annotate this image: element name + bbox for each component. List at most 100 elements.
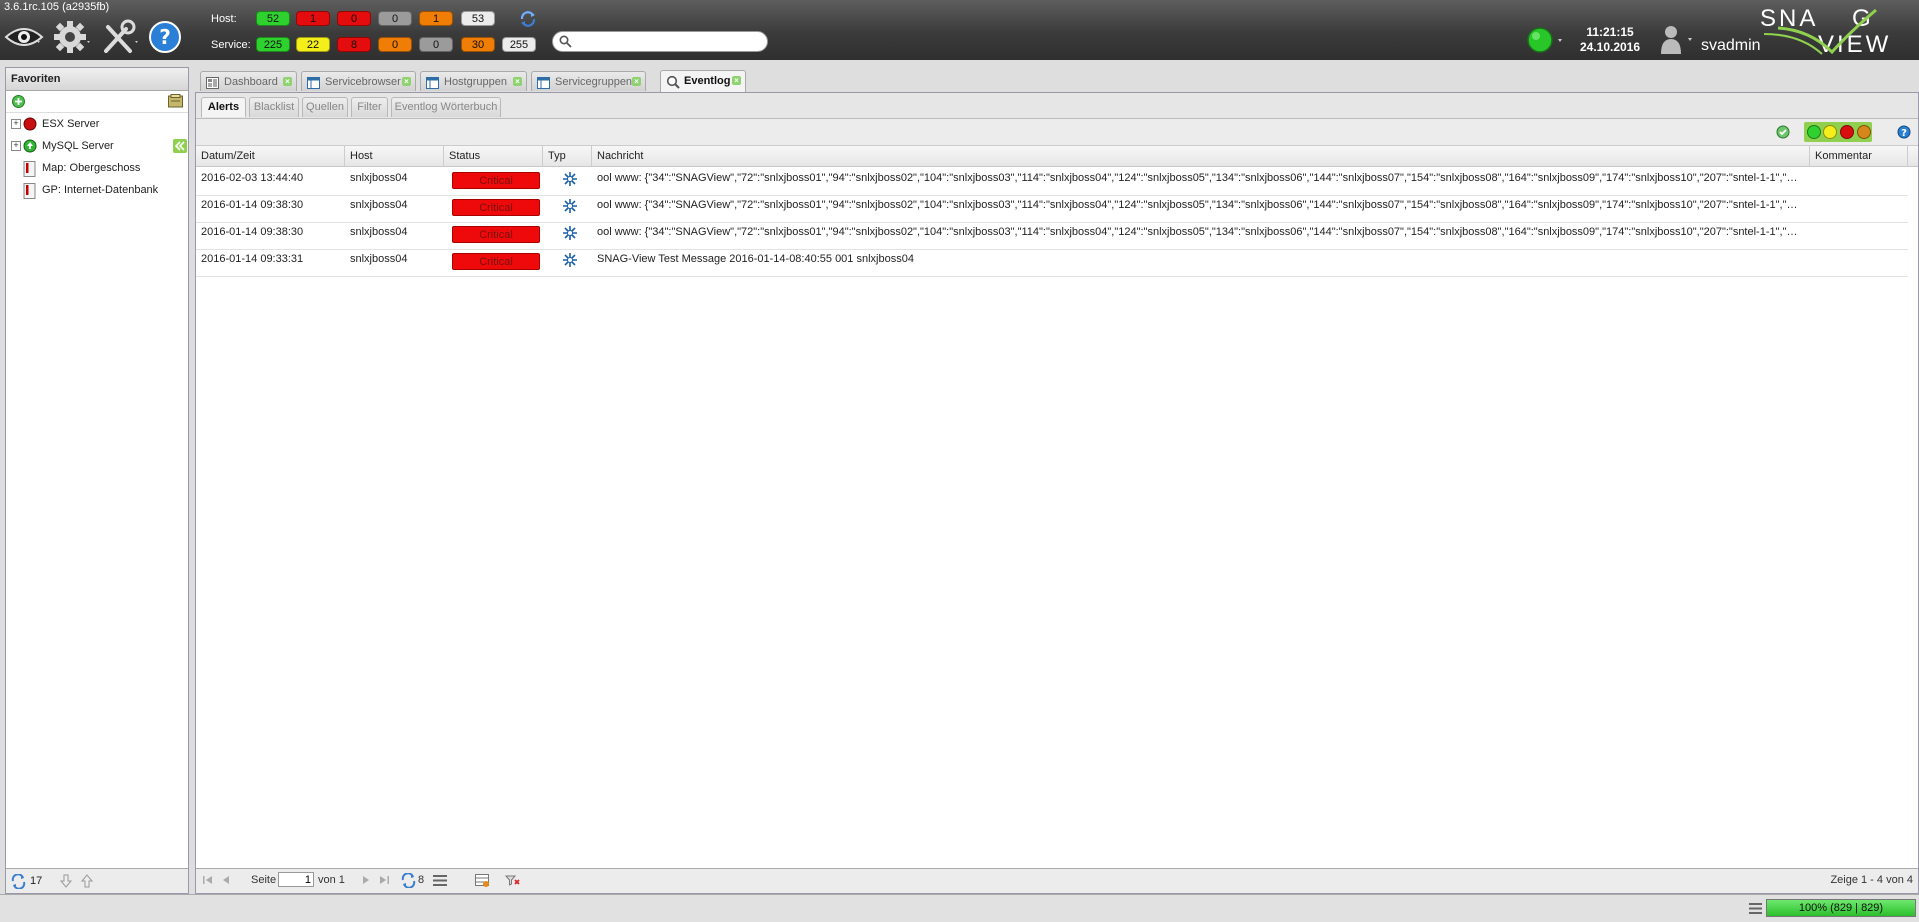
acknowledge-all-icon[interactable] [1776, 125, 1790, 142]
column-settings-icon[interactable] [475, 874, 490, 890]
search-box[interactable] [552, 31, 768, 52]
clock-date: 24.10.2016 [1579, 40, 1641, 54]
status-badge: Critical [452, 226, 540, 243]
status-badge: Critical [452, 253, 540, 270]
expand-icon[interactable]: + [11, 119, 21, 129]
status-bar: 100% (829 | 829) [0, 894, 1919, 922]
search-input[interactable] [575, 35, 765, 51]
add-favorite-icon[interactable] [12, 95, 25, 111]
favorite-label: GP: Internet-Datenbank [42, 184, 159, 196]
help-icon[interactable]: ? [148, 17, 182, 57]
reset-filter-icon[interactable] [504, 874, 520, 890]
column-header-host[interactable]: Host [345, 146, 444, 166]
table-row[interactable]: 2016-01-14 09:33:31 snlxjboss04 Critical… [196, 249, 1908, 277]
subtab-blacklist[interactable]: Blacklist [249, 97, 299, 117]
eventlog-subtabs: Alerts Blacklist Quellen Filter Eventlog… [196, 93, 1918, 119]
cell-datetime: 2016-01-14 09:33:31 [201, 253, 304, 265]
alerts-toolbar: ? [196, 119, 1918, 146]
eye-icon[interactable] [4, 17, 44, 57]
host-pending-count[interactable]: 0 [378, 11, 412, 26]
tab-eventlog[interactable]: Eventlog × [660, 70, 746, 92]
service-summary-label: Service: [211, 39, 251, 51]
service-unknown-count[interactable]: 0 [378, 37, 412, 52]
column-header-type[interactable]: Typ [543, 146, 592, 166]
filter-critical-toggle[interactable] [1840, 125, 1854, 139]
cell-message: ool www: {"34":"SNAGView","72":"snlxjbos… [597, 172, 1798, 184]
help-icon[interactable]: ? [1897, 125, 1911, 142]
subtab-alerts[interactable]: Alerts [201, 97, 246, 117]
move-down-icon[interactable] [59, 874, 73, 891]
page-number-input[interactable] [278, 872, 314, 887]
subtab-quellen[interactable]: Quellen [302, 97, 348, 117]
refresh-icon[interactable] [401, 872, 416, 891]
host-total-count[interactable]: 53 [461, 11, 495, 26]
service-warning-count[interactable]: 22 [296, 37, 330, 52]
column-header-status[interactable]: Status [444, 146, 543, 166]
last-page-icon[interactable] [378, 874, 390, 889]
host-unknown-count[interactable]: 1 [419, 11, 453, 26]
favorite-item[interactable]: GP: Internet-Datenbank [6, 179, 188, 201]
favorite-item[interactable]: Map: Obergeschoss [6, 157, 188, 179]
tab-hostgruppen[interactable]: Hostgruppen × [420, 71, 527, 91]
close-tab-icon[interactable]: × [283, 77, 292, 86]
service-pending-count[interactable]: 0 [419, 37, 453, 52]
table-row[interactable]: 2016-01-14 09:38:30 snlxjboss04 Critical… [196, 222, 1908, 250]
user-avatar-icon[interactable] [1658, 24, 1698, 59]
filter-warning-toggle[interactable] [1823, 125, 1837, 139]
column-header-datetime[interactable]: Datum/Zeit [196, 146, 345, 166]
cell-message: ool www: {"34":"SNAGView","72":"snlxjbos… [597, 226, 1798, 238]
log-icon[interactable] [1749, 902, 1762, 918]
move-up-icon[interactable] [80, 874, 94, 891]
list-view-icon[interactable] [433, 874, 447, 890]
next-page-icon[interactable] [360, 874, 372, 889]
subtab-filter[interactable]: Filter [351, 97, 388, 117]
refresh-icon[interactable] [11, 873, 26, 892]
gear-icon[interactable] [52, 17, 92, 57]
tab-servicegruppen[interactable]: Servicegruppen × [531, 71, 646, 91]
tools-icon[interactable] [100, 17, 140, 57]
favorite-item[interactable]: + MySQL Server [6, 135, 188, 157]
column-header-comment[interactable]: Kommentar [1810, 146, 1908, 166]
service-total-count[interactable]: 255 [502, 37, 536, 52]
service-ok-count[interactable]: 225 [256, 37, 290, 52]
cell-datetime: 2016-01-14 09:38:30 [201, 226, 304, 238]
host-ok-count[interactable]: 52 [256, 11, 290, 26]
cell-host: snlxjboss04 [350, 199, 408, 211]
top-header: 3.6.1rc.105 (a2935fb) ? Host: Service: 5… [0, 0, 1919, 60]
cell-comment [1810, 249, 1908, 276]
cell-comment [1810, 195, 1908, 222]
service-critical-count[interactable]: 8 [337, 37, 371, 52]
host-unreachable-count[interactable]: 0 [337, 11, 371, 26]
clock-time: 11:21:15 [1586, 25, 1634, 39]
table-row[interactable]: 2016-02-03 13:44:40 snlxjboss04 Critical… [196, 168, 1908, 196]
close-tab-icon[interactable]: × [732, 76, 741, 85]
previous-page-icon[interactable] [220, 874, 232, 889]
cell-datetime: 2016-01-14 09:38:30 [201, 199, 304, 211]
close-tab-icon[interactable]: × [632, 77, 641, 86]
filter-unknown-toggle[interactable] [1857, 125, 1871, 139]
favorites-title: Favoriten [6, 68, 188, 153]
favorite-item[interactable]: + ESX Server [6, 113, 188, 135]
subtab-eventlog-dictionary[interactable]: Eventlog Wörterbuch [391, 97, 501, 117]
favorite-label: MySQL Server [42, 140, 114, 152]
favorite-label: ESX Server [42, 118, 100, 130]
tab-dashboard[interactable]: Dashboard × [200, 71, 297, 91]
column-header-message[interactable]: Nachricht [592, 146, 1810, 166]
first-page-icon[interactable] [202, 874, 214, 889]
service-handled-count[interactable]: 30 [461, 37, 495, 52]
cell-message: ool www: {"34":"SNAGView","72":"snlxjbos… [597, 199, 1798, 211]
tab-servicebrowser[interactable]: Servicebrowser × [301, 71, 416, 91]
host-down-count[interactable]: 1 [296, 11, 330, 26]
close-tab-icon[interactable]: × [402, 77, 411, 86]
refresh-icon[interactable] [519, 10, 537, 31]
manage-favorites-icon[interactable] [168, 94, 183, 111]
search-icon [559, 35, 572, 51]
map-icon [23, 183, 37, 207]
table-row[interactable]: 2016-01-14 09:38:30 snlxjboss04 Critical… [196, 195, 1908, 223]
cell-datetime: 2016-02-03 13:44:40 [201, 172, 304, 184]
system-status-indicator[interactable] [1525, 26, 1565, 59]
filter-ok-toggle[interactable] [1807, 125, 1821, 139]
close-tab-icon[interactable]: × [513, 77, 522, 86]
expand-icon[interactable]: + [11, 141, 21, 151]
user-name[interactable]: svadmin [1701, 37, 1761, 55]
